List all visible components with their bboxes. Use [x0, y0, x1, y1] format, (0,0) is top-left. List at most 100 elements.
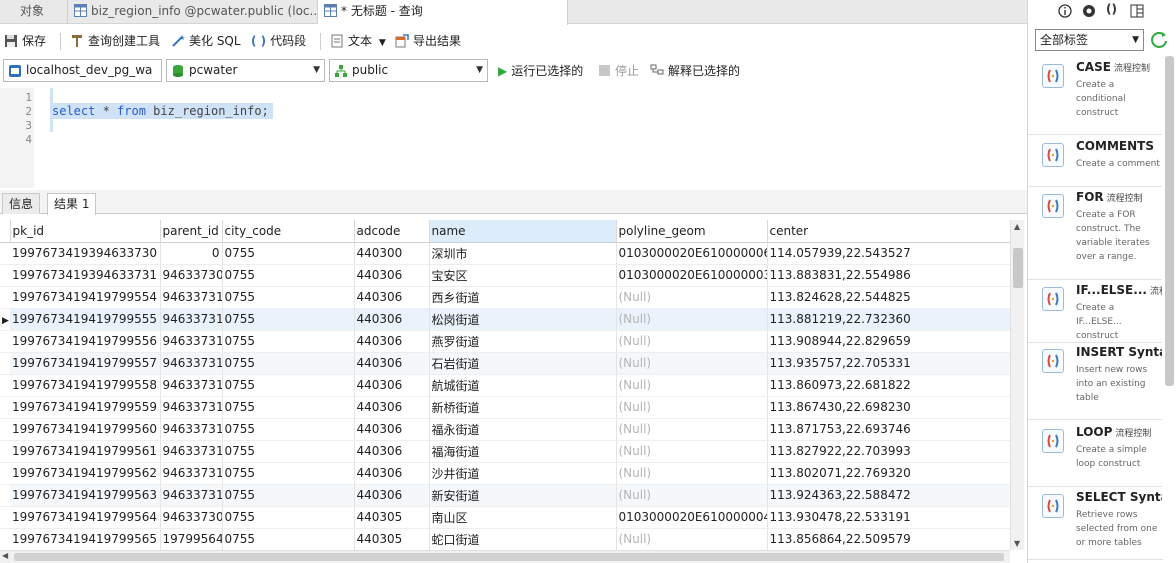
- cell-city-code[interactable]: 0755: [222, 308, 355, 331]
- tab-objects[interactable]: 对象: [0, 0, 68, 24]
- snippet-item[interactable]: SELECT Synta Retrieve rows selected from …: [1028, 490, 1169, 560]
- table-row[interactable]: 1997673419419799558 94633731 0755 440306 航城街…: [0, 374, 1010, 397]
- cell-adcode[interactable]: 440306: [354, 484, 430, 507]
- cell-polyline-geom[interactable]: (Null): [616, 396, 768, 419]
- table-row[interactable]: 1997673419394633731 94633730 0755 440306 宝安区…: [0, 264, 1010, 287]
- cell-center[interactable]: 113.827922,22.703993: [767, 440, 1010, 463]
- panel-scrollbar[interactable]: [1162, 56, 1176, 551]
- preview-eye-icon[interactable]: [1082, 4, 1096, 18]
- table-row[interactable]: 1997673419419799560 94633731 0755 440306 福永街…: [0, 418, 1010, 441]
- cell-parent-id[interactable]: 94633730: [160, 506, 223, 529]
- vertical-scrollbar[interactable]: ▲ ▼: [1010, 220, 1024, 550]
- column-header-center[interactable]: center: [767, 220, 1010, 243]
- database-select[interactable]: pcwater ▼: [166, 59, 325, 82]
- tab-untitled-query[interactable]: * 无标题 - 查询: [318, 0, 568, 25]
- cell-parent-id[interactable]: 94633731: [160, 286, 223, 309]
- cell-pk-id[interactable]: 1997673419419799562: [10, 462, 161, 485]
- cell-parent-id[interactable]: 94633731: [160, 374, 223, 397]
- cell-adcode[interactable]: 440300: [354, 242, 430, 265]
- table-row[interactable]: 1997673419419799564 94633730 0755 440305 南山区…: [0, 506, 1010, 529]
- cell-adcode[interactable]: 440306: [354, 462, 430, 485]
- table-row[interactable]: 1997673419419799559 94633731 0755 440306 新桥街…: [0, 396, 1010, 419]
- cell-parent-id[interactable]: 94633731: [160, 396, 223, 419]
- cell-center[interactable]: 113.883831,22.554986: [767, 264, 1010, 287]
- cell-pk-id[interactable]: 1997673419419799560: [10, 418, 161, 441]
- cell-adcode[interactable]: 440306: [354, 286, 430, 309]
- cell-adcode[interactable]: 440305: [354, 506, 430, 529]
- column-header-city-code[interactable]: city_code: [222, 220, 355, 243]
- table-row[interactable]: 1997673419419799563 94633731 0755 440306 新安街…: [0, 484, 1010, 507]
- cell-name[interactable]: 新安街道: [429, 484, 617, 507]
- cell-center[interactable]: 113.924363,22.588472: [767, 484, 1010, 507]
- cell-parent-id[interactable]: 94633731: [160, 330, 223, 353]
- cell-pk-id[interactable]: 1997673419394633730: [10, 242, 161, 265]
- cell-polyline-geom[interactable]: (Null): [616, 308, 768, 331]
- cell-pk-id[interactable]: 1997673419419799557: [10, 352, 161, 375]
- cell-polyline-geom[interactable]: (Null): [616, 352, 768, 375]
- cell-pk-id[interactable]: 1997673419419799565: [10, 528, 161, 550]
- cell-city-code[interactable]: 0755: [222, 286, 355, 309]
- cell-adcode[interactable]: 440306: [354, 308, 430, 331]
- connection-select[interactable]: localhost_dev_pg_wa: [3, 59, 162, 82]
- cell-name[interactable]: 松岗街道: [429, 308, 617, 331]
- cell-city-code[interactable]: 0755: [222, 352, 355, 375]
- cell-city-code[interactable]: 0755: [222, 440, 355, 463]
- table-row[interactable]: 1997673419419799562 94633731 0755 440306 沙井街…: [0, 462, 1010, 485]
- cell-center[interactable]: 113.881219,22.732360: [767, 308, 1010, 331]
- result-grid[interactable]: pk_id parent_id city_code adcode name po…: [0, 220, 1010, 550]
- tab-result-1[interactable]: 结果 1: [47, 193, 97, 215]
- cell-name[interactable]: 燕罗街道: [429, 330, 617, 353]
- sql-editor[interactable]: 1 2 3 4 select * from biz_region_info;: [0, 88, 1027, 188]
- cell-center[interactable]: 113.908944,22.829659: [767, 330, 1010, 353]
- snippet-item[interactable]: FOR 流程控制 Create a FOR construct. The varia…: [1028, 190, 1163, 280]
- cell-polyline-geom[interactable]: (Null): [616, 330, 768, 353]
- cell-name[interactable]: 宝安区: [429, 264, 617, 287]
- cell-pk-id[interactable]: 1997673419394633731: [10, 264, 161, 287]
- cell-center[interactable]: 113.930478,22.533191: [767, 506, 1010, 529]
- info-icon[interactable]: [1058, 4, 1072, 18]
- cell-parent-id[interactable]: 94633731: [160, 440, 223, 463]
- refresh-icon[interactable]: [1149, 29, 1171, 51]
- cell-parent-id[interactable]: 94633731: [160, 308, 223, 331]
- cell-adcode[interactable]: 440306: [354, 330, 430, 353]
- scroll-left-icon[interactable]: ◀: [2, 551, 8, 560]
- schema-select[interactable]: public ▼: [329, 59, 488, 82]
- cell-parent-id[interactable]: 94633731: [160, 418, 223, 441]
- cell-parent-id[interactable]: 0: [160, 242, 223, 265]
- cell-name[interactable]: 新桥街道: [429, 396, 617, 419]
- cell-pk-id[interactable]: 1997673419419799554: [10, 286, 161, 309]
- cell-pk-id[interactable]: 1997673419419799555: [10, 308, 161, 331]
- cell-adcode[interactable]: 440306: [354, 352, 430, 375]
- column-header-parent-id[interactable]: parent_id: [160, 220, 223, 243]
- cell-center[interactable]: 114.057939,22.543527: [767, 242, 1010, 265]
- cell-center[interactable]: 113.856864,22.509579: [767, 528, 1010, 550]
- tab-info[interactable]: 信息: [2, 193, 41, 214]
- cell-city-code[interactable]: 0755: [222, 418, 355, 441]
- horizontal-scroll-thumb[interactable]: [14, 553, 1004, 561]
- cell-parent-id[interactable]: 94633731: [160, 462, 223, 485]
- cell-name[interactable]: 南山区: [429, 506, 617, 529]
- cell-city-code[interactable]: 0755: [222, 374, 355, 397]
- export-results-button[interactable]: 导出结果: [395, 29, 461, 53]
- cell-parent-id[interactable]: 94633730: [160, 264, 223, 287]
- snippet-item[interactable]: CASE 流程控制 Create a conditional construct: [1028, 60, 1163, 135]
- tag-filter-select[interactable]: 全部标签 ▼: [1035, 29, 1144, 51]
- cell-name[interactable]: 蛇口街道: [429, 528, 617, 550]
- cell-parent-id[interactable]: 94633731: [160, 352, 223, 375]
- query-builder-button[interactable]: 查询创建工具: [70, 29, 160, 53]
- cell-center[interactable]: 113.802071,22.769320: [767, 462, 1010, 485]
- cell-polyline-geom[interactable]: 0103000020E6100000030: [616, 264, 768, 287]
- run-selected-button[interactable]: ▶ 运行已选择的: [498, 59, 583, 83]
- cell-pk-id[interactable]: 1997673419419799559: [10, 396, 161, 419]
- cell-parent-id[interactable]: 94633731: [160, 484, 223, 507]
- cell-pk-id[interactable]: 1997673419419799556: [10, 330, 161, 353]
- cell-center[interactable]: 113.867430,22.698230: [767, 396, 1010, 419]
- cell-center[interactable]: 113.871753,22.693746: [767, 418, 1010, 441]
- cell-pk-id[interactable]: 1997673419419799563: [10, 484, 161, 507]
- cell-city-code[interactable]: 0755: [222, 330, 355, 353]
- save-button[interactable]: 保存: [4, 29, 46, 53]
- cell-adcode[interactable]: 440306: [354, 264, 430, 287]
- table-row[interactable]: ▶ 1997673419419799555 94633731 0755 440306 松岗…: [0, 308, 1010, 331]
- cell-center[interactable]: 113.860973,22.681822: [767, 374, 1010, 397]
- cell-name[interactable]: 深圳市: [429, 242, 617, 265]
